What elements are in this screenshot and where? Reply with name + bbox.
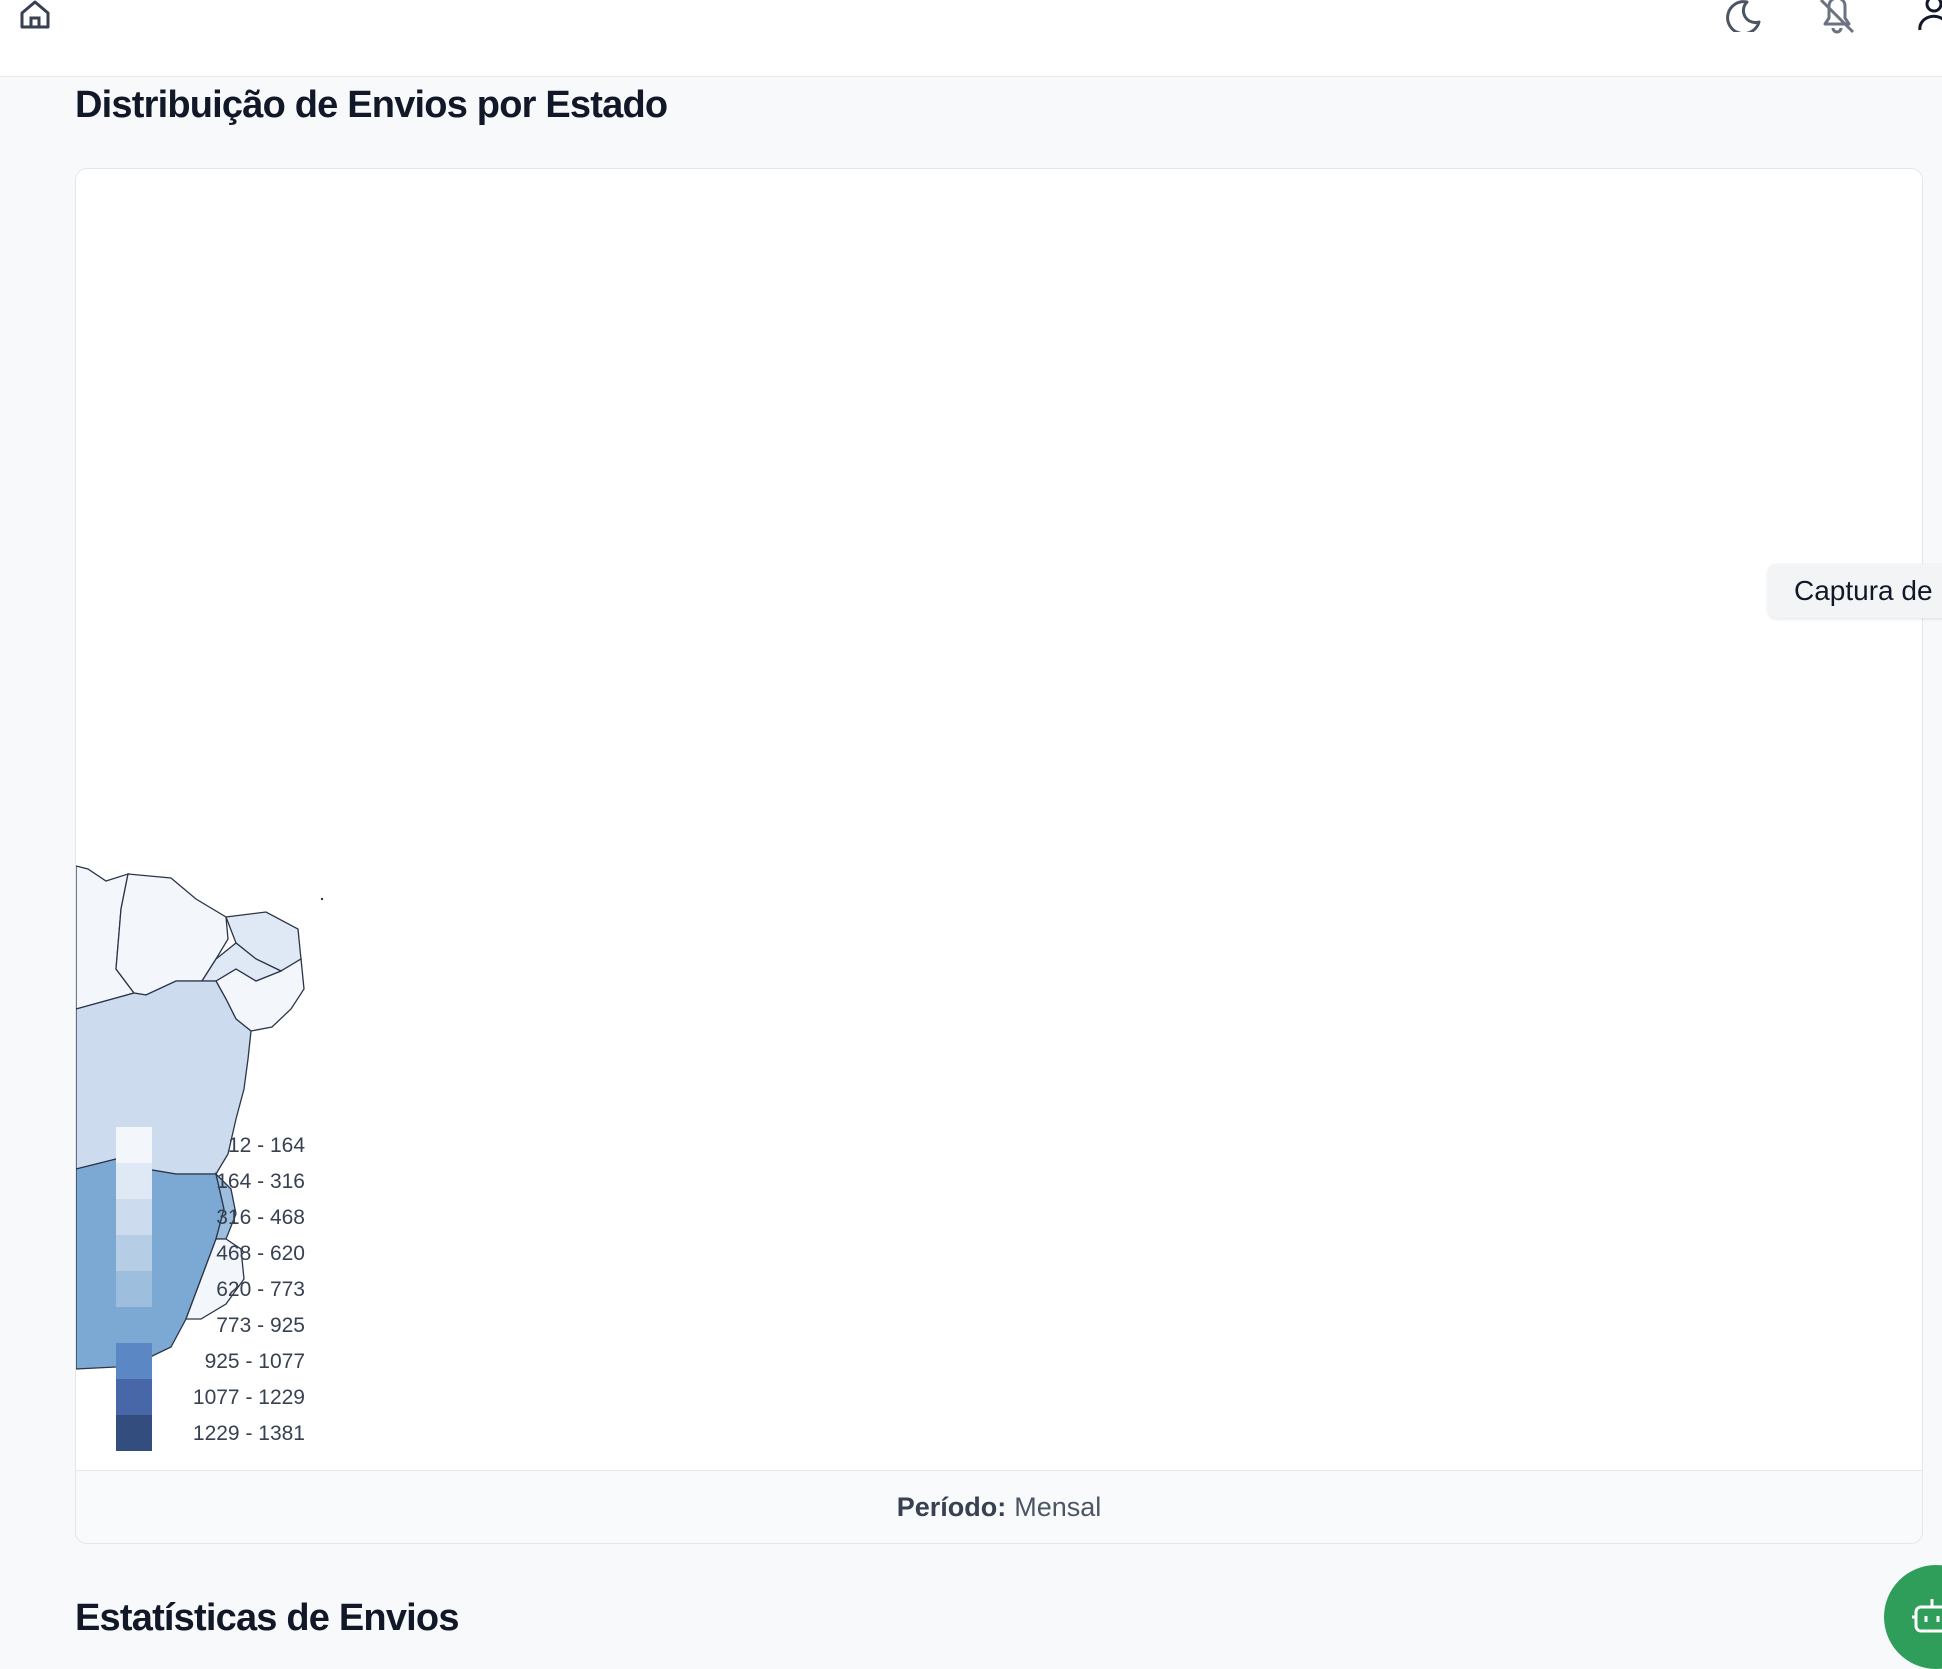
home-icon[interactable] [18,0,52,30]
stats-section-title: Estatísticas de Envios [75,1597,459,1639]
legend-label: 164 - 316 [216,1170,305,1193]
legend-item: 1229 - 1381 [76,1415,305,1451]
legend-swatch [116,1343,152,1379]
card-footer: Período: Mensal [76,1470,1922,1543]
bell-off-icon[interactable] [1817,0,1857,34]
period-label: Período: [896,1491,1007,1522]
brazil-states-map[interactable] [76,169,1922,1471]
legend-item: 925 - 1077 [76,1343,305,1379]
map-section-title: Distribuição de Envios por Estado [75,84,668,126]
map-legend: 12 - 164 164 - 316 316 - 468 468 - 620 6… [76,1127,305,1471]
period-value: Mensal [1014,1491,1102,1522]
legend-swatch [116,1379,152,1415]
legend-item: 468 - 620 [76,1235,305,1271]
legend-item: 773 - 925 [76,1307,305,1343]
legend-item: 164 - 316 [76,1163,305,1199]
legend-item: 620 - 773 [76,1271,305,1307]
top-navbar [0,0,1942,77]
legend-label: 925 - 1077 [204,1350,305,1373]
legend-item: 316 - 468 [76,1199,305,1235]
moon-icon[interactable] [1721,0,1761,32]
screenshot-tooltip[interactable]: Captura de [1768,564,1942,618]
assistant-button[interactable] [1884,1565,1942,1669]
legend-swatch [116,1415,152,1451]
legend-swatch [116,1199,152,1235]
choropleth-map[interactable]: 12 - 164 164 - 316 316 - 468 468 - 620 6… [76,169,1922,1471]
map-card: 12 - 164 164 - 316 316 - 468 468 - 620 6… [75,168,1923,1544]
legend-label: 620 - 773 [216,1278,305,1301]
legend-item: 1077 - 1229 [76,1379,305,1415]
legend-swatch [116,1271,152,1307]
legend-label: 773 - 925 [216,1314,305,1337]
legend-label: 1229 - 1381 [192,1422,305,1445]
legend-swatch [116,1163,152,1199]
user-icon[interactable] [1914,0,1942,32]
legend-label: 12 - 164 [227,1134,305,1157]
legend-label: 316 - 468 [216,1206,305,1229]
legend-item: 12 - 164 [76,1127,305,1163]
legend-swatch [116,1127,152,1163]
legend-swatch [116,1235,152,1271]
legend-label: 468 - 620 [216,1242,305,1265]
legend-label: 1077 - 1229 [192,1386,305,1409]
legend-swatch [116,1307,152,1343]
map-island [320,897,324,901]
